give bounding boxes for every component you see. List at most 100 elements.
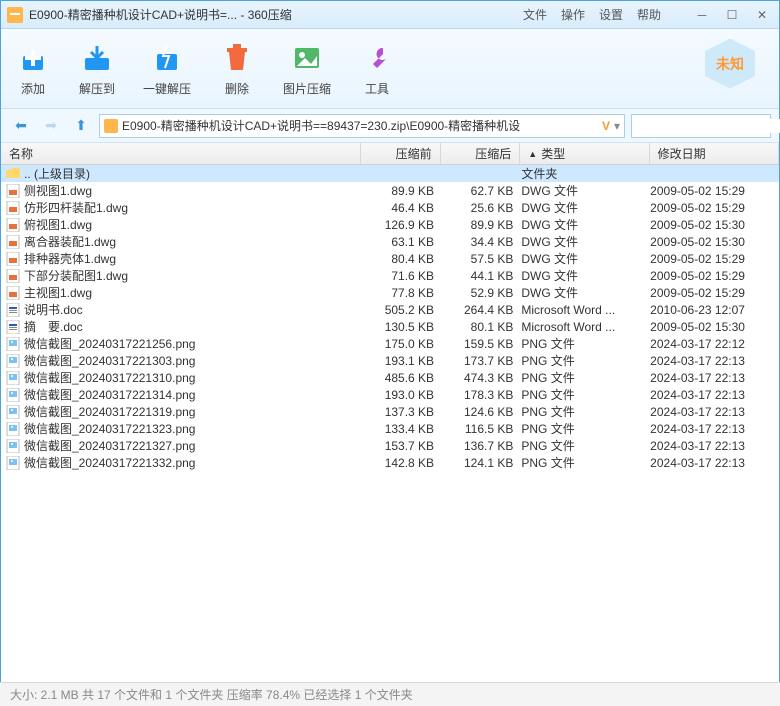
col-after[interactable]: 压缩后 — [441, 143, 521, 164]
file-before: 80.4 KB — [363, 252, 442, 266]
add-icon — [15, 40, 51, 76]
file-before: 142.8 KB — [363, 456, 442, 470]
file-before: 193.1 KB — [363, 354, 442, 368]
menu-bar: 文件 操作 设置 帮助 — [523, 6, 661, 23]
maximize-button[interactable]: ☐ — [721, 6, 743, 24]
file-name: 摘 要.doc — [24, 318, 363, 335]
file-type: PNG 文件 — [521, 335, 650, 352]
file-row[interactable]: 仿形四杆装配1.dwg46.4 KB25.6 KBDWG 文件2009-05-0… — [1, 199, 779, 216]
file-name: 离合器装配1.dwg — [24, 233, 363, 250]
file-row[interactable]: 微信截图_20240317221319.png137.3 KB124.6 KBP… — [1, 403, 779, 420]
file-type: DWG 文件 — [521, 284, 650, 301]
window-title: E0900-精密播种机设计CAD+说明书=... - 360压缩 — [29, 6, 523, 23]
file-before: 137.3 KB — [363, 405, 442, 419]
file-row[interactable]: 微信截图_20240317221310.png485.6 KB474.3 KBP… — [1, 369, 779, 386]
menu-settings[interactable]: 设置 — [599, 6, 623, 23]
png-icon — [5, 354, 21, 368]
file-date: 2024-03-17 22:13 — [650, 439, 779, 453]
toolbar-label: 图片压缩 — [283, 80, 331, 97]
format-badge: 未知 — [705, 39, 765, 99]
close-button[interactable]: ✕ — [751, 6, 773, 24]
file-name: 微信截图_20240317221319.png — [24, 403, 363, 420]
file-date: 2024-03-17 22:13 — [650, 354, 779, 368]
file-row[interactable]: 微信截图_20240317221327.png153.7 KB136.7 KBP… — [1, 437, 779, 454]
png-icon — [5, 405, 21, 419]
toolbar-image-button[interactable]: 图片压缩 — [283, 40, 331, 97]
delete-icon — [219, 40, 255, 76]
file-row[interactable]: 排种器壳体1.dwg80.4 KB57.5 KBDWG 文件2009-05-02… — [1, 250, 779, 267]
file-row[interactable]: 微信截图_20240317221332.png142.8 KB124.1 KBP… — [1, 454, 779, 471]
statusbar: 大小: 2.1 MB 共 17 个文件和 1 个文件夹 压缩率 78.4% 已经… — [0, 682, 780, 706]
search-field[interactable]: 🔍 — [631, 114, 771, 138]
doc-icon — [5, 303, 21, 317]
file-after: 474.3 KB — [442, 371, 521, 385]
toolbar-delete-button[interactable]: 删除 — [219, 40, 255, 97]
file-after: 89.9 KB — [442, 218, 521, 232]
file-type: DWG 文件 — [521, 250, 650, 267]
png-icon — [5, 456, 21, 470]
toolbar-label: 添加 — [21, 80, 45, 97]
file-before: 46.4 KB — [363, 201, 442, 215]
folder-icon — [5, 167, 21, 181]
dwg-icon — [5, 269, 21, 283]
file-list[interactable]: .. (上级目录) 文件夹侧视图1.dwg89.9 KB62.7 KBDWG 文件… — [1, 165, 779, 665]
file-row[interactable]: 摘 要.doc130.5 KB80.1 KBMicrosoft Word ...… — [1, 318, 779, 335]
file-name: 仿形四杆装配1.dwg — [24, 199, 363, 216]
status-text: 大小: 2.1 MB 共 17 个文件和 1 个文件夹 压缩率 78.4% 已经… — [10, 686, 413, 703]
col-type[interactable]: ▲类型 — [520, 143, 649, 164]
file-row[interactable]: 下部分装配图1.dwg71.6 KB44.1 KBDWG 文件2009-05-0… — [1, 267, 779, 284]
toolbar-oneclick-button[interactable]: 一键解压 — [143, 40, 191, 97]
archive-icon — [104, 119, 118, 133]
file-after: 62.7 KB — [442, 184, 521, 198]
png-icon — [5, 371, 21, 385]
menu-help[interactable]: 帮助 — [637, 6, 661, 23]
dwg-icon — [5, 252, 21, 266]
file-before: 193.0 KB — [363, 388, 442, 402]
file-name: 微信截图_20240317221327.png — [24, 437, 363, 454]
file-row[interactable]: 微信截图_20240317221256.png175.0 KB159.5 KBP… — [1, 335, 779, 352]
file-after: 34.4 KB — [442, 235, 521, 249]
file-type: DWG 文件 — [521, 199, 650, 216]
col-before[interactable]: 压缩前 — [361, 143, 441, 164]
path-dropdown-icon[interactable]: ▾ — [614, 119, 620, 133]
back-button[interactable]: ⬅ — [9, 114, 33, 138]
file-row[interactable]: 离合器装配1.dwg63.1 KB34.4 KBDWG 文件2009-05-02… — [1, 233, 779, 250]
toolbar: 添加 解压到一键解压 删除图片压缩 工具 未知 — [1, 29, 779, 109]
oneclick-icon — [149, 40, 185, 76]
file-after: 124.1 KB — [442, 456, 521, 470]
path-field[interactable]: E0900-精密播种机设计CAD+说明书==89437=230.zip\E090… — [99, 114, 625, 138]
toolbar-label: 一键解压 — [143, 80, 191, 97]
png-icon — [5, 388, 21, 402]
file-type: DWG 文件 — [521, 216, 650, 233]
file-after: 264.4 KB — [442, 303, 521, 317]
toolbar-extract-button[interactable]: 解压到 — [79, 40, 115, 97]
file-before: 63.1 KB — [363, 235, 442, 249]
file-row[interactable]: 微信截图_20240317221323.png133.4 KB116.5 KBP… — [1, 420, 779, 437]
minimize-button[interactable]: ─ — [691, 6, 713, 24]
search-input[interactable] — [636, 119, 780, 133]
toolbar-add-button[interactable]: 添加 — [15, 40, 51, 97]
file-row[interactable]: 俯视图1.dwg126.9 KB89.9 KBDWG 文件2009-05-02 … — [1, 216, 779, 233]
file-after: 44.1 KB — [442, 269, 521, 283]
col-name[interactable]: 名称 — [1, 143, 361, 164]
file-before: 89.9 KB — [363, 184, 442, 198]
col-date[interactable]: 修改日期 — [650, 143, 779, 164]
file-name: .. (上级目录) — [24, 165, 363, 182]
file-after: 124.6 KB — [442, 405, 521, 419]
file-before: 130.5 KB — [363, 320, 442, 334]
up-directory-row[interactable]: .. (上级目录) 文件夹 — [1, 165, 779, 182]
file-type: Microsoft Word ... — [521, 303, 650, 317]
forward-button[interactable]: ➡ — [39, 114, 63, 138]
file-row[interactable]: 说明书.doc505.2 KB264.4 KBMicrosoft Word ..… — [1, 301, 779, 318]
file-type: 文件夹 — [521, 165, 650, 182]
toolbar-tool-button[interactable]: 工具 — [359, 40, 395, 97]
up-button[interactable]: ⬆ — [69, 114, 93, 138]
menu-file[interactable]: 文件 — [523, 6, 547, 23]
menu-operate[interactable]: 操作 — [561, 6, 585, 23]
file-row[interactable]: 微信截图_20240317221314.png193.0 KB178.3 KBP… — [1, 386, 779, 403]
file-row[interactable]: 侧视图1.dwg89.9 KB62.7 KBDWG 文件2009-05-02 1… — [1, 182, 779, 199]
file-row[interactable]: 微信截图_20240317221303.png193.1 KB173.7 KBP… — [1, 352, 779, 369]
file-row[interactable]: 主视图1.dwg77.8 KB52.9 KBDWG 文件2009-05-02 1… — [1, 284, 779, 301]
file-type: PNG 文件 — [521, 369, 650, 386]
pathbar: ⬅ ➡ ⬆ E0900-精密播种机设计CAD+说明书==89437=230.zi… — [1, 109, 779, 143]
